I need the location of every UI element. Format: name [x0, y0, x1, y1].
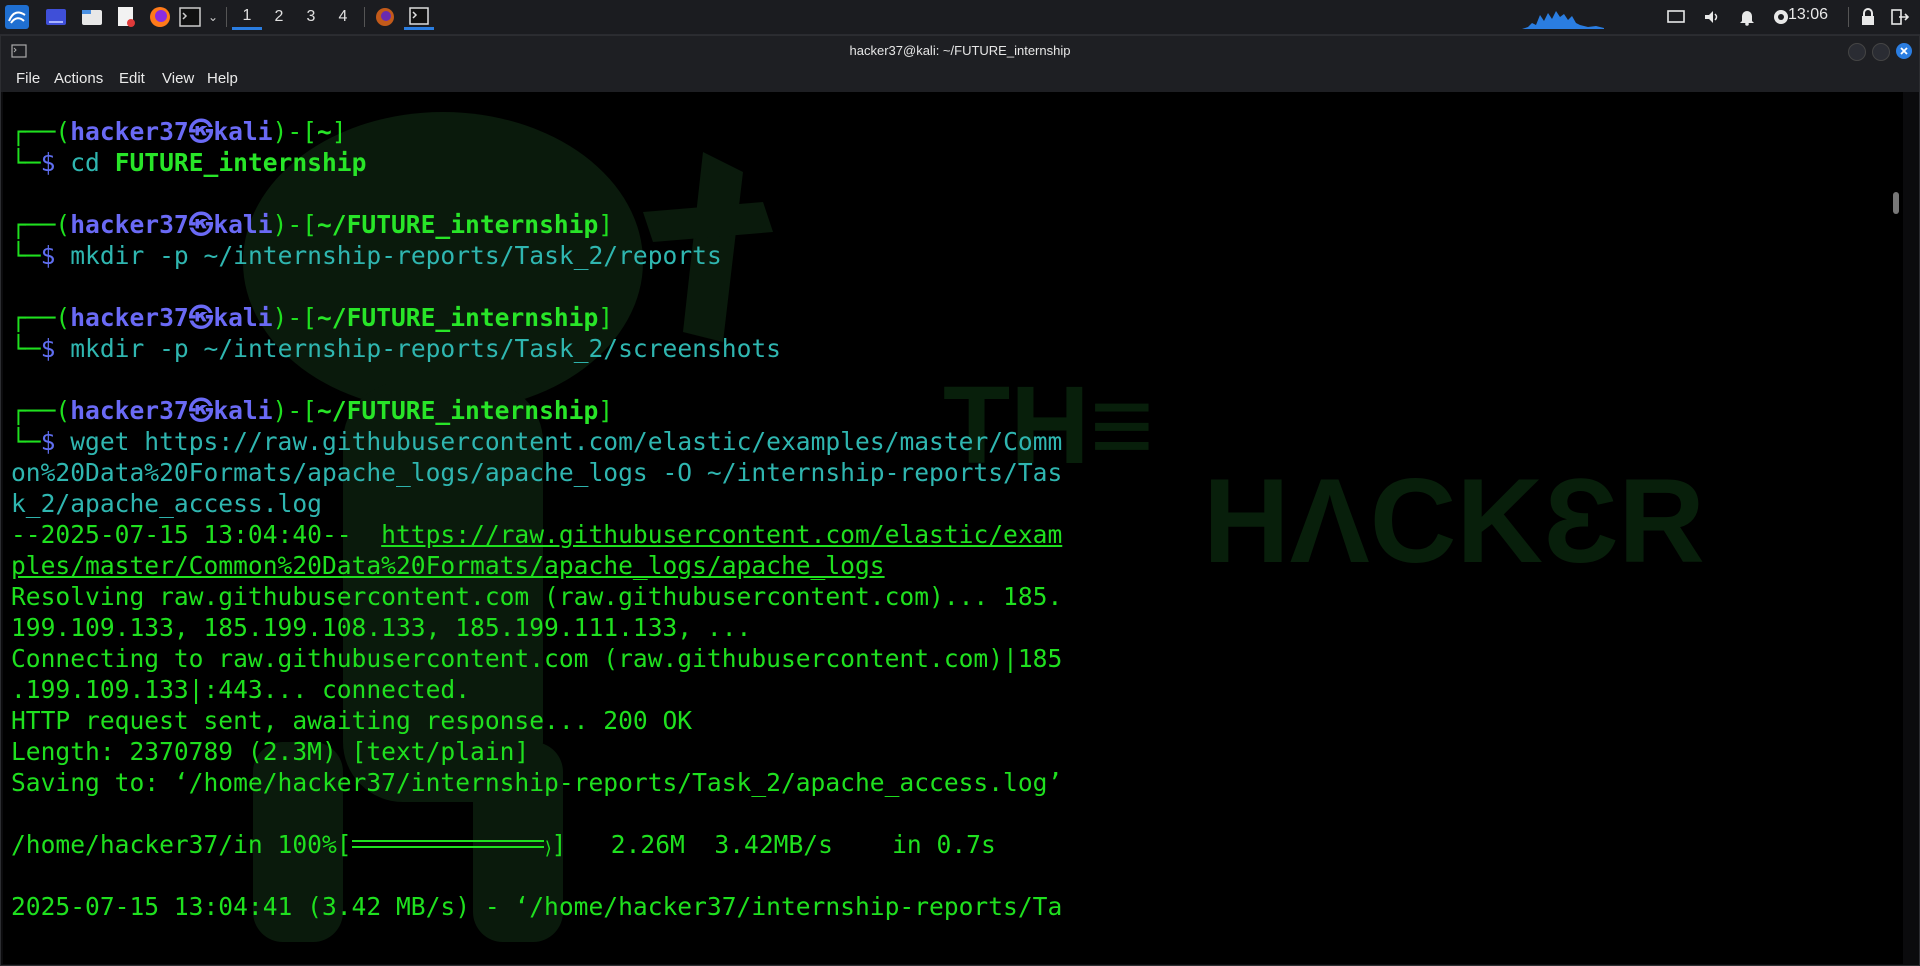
- minimize-button[interactable]: [1848, 43, 1866, 61]
- terminal-window: hacker37@kali: ~/FUTURE_internship File …: [0, 35, 1920, 966]
- workspace-4[interactable]: 4: [328, 4, 358, 30]
- cpu-graph-icon: [1522, 4, 1604, 30]
- file-manager-icon[interactable]: [80, 4, 104, 30]
- chevron-down-icon[interactable]: ⌄: [206, 4, 220, 30]
- url-link[interactable]: ples/master/Common%20Data%20Formats/apac…: [11, 550, 885, 581]
- workspace-3[interactable]: 3: [296, 4, 326, 30]
- prompt-header: ┌──(hacker37㉿kali)-[~]: [11, 117, 347, 146]
- window-titlebar[interactable]: hacker37@kali: ~/FUTURE_internship: [1, 36, 1919, 66]
- volume-icon[interactable]: [1702, 4, 1722, 30]
- progress-bar: ⟩: [351, 832, 554, 859]
- prompt-header: ┌──(hacker37㉿kali)-[~/FUTURE_internship]: [11, 303, 614, 332]
- watermark-hacker-icon: HΛCKƐR: [1203, 454, 1705, 588]
- menu-help[interactable]: Help: [207, 70, 238, 87]
- output-line: HTTP request sent, awaiting response... …: [11, 706, 693, 735]
- terminal-icon[interactable]: [178, 4, 202, 30]
- firefox-task-icon[interactable]: [372, 4, 398, 30]
- clock[interactable]: 13:06: [1788, 6, 1828, 24]
- logout-icon[interactable]: [1888, 4, 1912, 30]
- output-line: 199.109.133, 185.199.108.133, 185.199.11…: [11, 613, 752, 642]
- output-line: Saving to: ‘/home/hacker37/internship-re…: [11, 768, 1063, 797]
- close-icon: [1900, 47, 1908, 55]
- menu-actions[interactable]: Actions: [54, 70, 103, 87]
- separator: [1848, 7, 1849, 27]
- desktop-icon[interactable]: [44, 4, 68, 30]
- window-title: hacker37@kali: ~/FUTURE_internship: [849, 43, 1071, 58]
- menu-bar: File Actions Edit View Help: [1, 66, 1919, 92]
- separator: [364, 7, 365, 27]
- command-line: └─$ mkdir -p ~/internship-reports/Task_2…: [11, 241, 722, 270]
- scrollbar[interactable]: [1893, 192, 1899, 214]
- prompt-header: ┌──(hacker37㉿kali)-[~/FUTURE_internship]: [11, 396, 614, 425]
- terminal-task-icon[interactable]: [404, 4, 434, 30]
- command-line: └─$ wget https://raw.githubusercontent.c…: [11, 427, 1063, 456]
- terminal-output[interactable]: TH≡ HΛCKƐR ┌──(hacker37㉿kali)-[~] └─$ cd…: [3, 92, 1903, 964]
- menu-file[interactable]: File: [16, 70, 40, 87]
- output-line: --2025-07-15 13:04:40-- https://raw.gith…: [11, 520, 1063, 549]
- command-continuation: k_2/apache_access.log: [11, 489, 322, 518]
- output-line: 2025-07-15 13:04:41 (3.42 MB/s) - ‘/home…: [11, 892, 1063, 921]
- text-editor-icon[interactable]: [114, 4, 138, 30]
- workspace-1[interactable]: 1: [232, 4, 262, 30]
- command-continuation: on%20Data%20Formats/apache_logs/apache_l…: [11, 458, 1063, 487]
- firefox-icon[interactable]: [148, 4, 172, 30]
- output-line: .199.109.133|:443... connected.: [11, 675, 471, 704]
- output-line: Resolving raw.githubusercontent.com (raw…: [11, 582, 1063, 611]
- progress-fill: [351, 840, 544, 848]
- progress-arrow-icon: ⟩: [542, 838, 554, 859]
- lock-icon[interactable]: [1858, 4, 1878, 30]
- output-line: Length: 2370789 (2.3M) [text/plain]: [11, 737, 530, 766]
- close-button[interactable]: [1896, 43, 1912, 59]
- menu-view[interactable]: View: [162, 70, 194, 87]
- url-link[interactable]: https://raw.githubusercontent.com/elasti…: [381, 520, 1062, 549]
- progress-line: /home/hacker37/in 100%[⟩] 2.26M 3.42MB/s…: [11, 829, 996, 860]
- prompt-header: ┌──(hacker37㉿kali)-[~/FUTURE_internship]: [11, 210, 614, 239]
- command-line: └─$ mkdir -p ~/internship-reports/Task_2…: [11, 334, 781, 363]
- kali-menu-icon[interactable]: [4, 4, 30, 30]
- output-line: Connecting to raw.githubusercontent.com …: [11, 644, 1063, 673]
- top-panel: ⌄ 1 2 3 4 13:06: [0, 0, 1920, 35]
- menu-edit[interactable]: Edit: [119, 70, 145, 87]
- separator: [226, 7, 227, 27]
- workspace-2[interactable]: 2: [264, 4, 294, 30]
- bell-icon[interactable]: [1737, 4, 1757, 30]
- command-line: └─$ cd FUTURE_internship: [11, 148, 367, 177]
- display-icon[interactable]: [1666, 4, 1686, 30]
- maximize-button[interactable]: [1872, 43, 1890, 61]
